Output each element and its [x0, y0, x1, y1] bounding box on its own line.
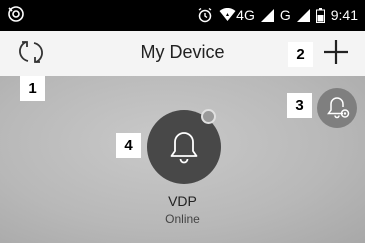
notification-icon — [8, 6, 24, 22]
status-indicator-dot — [201, 109, 216, 124]
annotation-badge-3: 3 — [287, 93, 312, 118]
add-icon[interactable] — [321, 37, 351, 67]
status-bar: 4G G 9:41 — [0, 0, 365, 31]
network-type-label: 4G — [236, 7, 255, 23]
status-icons: 4G G 9:41 — [197, 6, 358, 24]
bell-settings-icon — [327, 97, 350, 119]
device-settings-button[interactable] — [317, 88, 357, 128]
wifi-icon — [219, 8, 236, 21]
battery-icon — [315, 7, 325, 23]
clock-time: 9:41 — [330, 7, 358, 23]
signal-icon — [260, 8, 274, 22]
network-type-2-label: G — [279, 7, 291, 23]
device-status: Online — [165, 212, 200, 226]
annotation-badge-4: 4 — [116, 133, 141, 158]
annotation-badge-1: 1 — [20, 76, 45, 101]
wifi-status: 4G — [219, 6, 255, 24]
annotation-badge-2: 2 — [288, 42, 313, 67]
signal-icon-2 — [296, 8, 310, 22]
alarm-clock-icon — [198, 7, 212, 23]
device-name: VDP — [168, 193, 197, 209]
